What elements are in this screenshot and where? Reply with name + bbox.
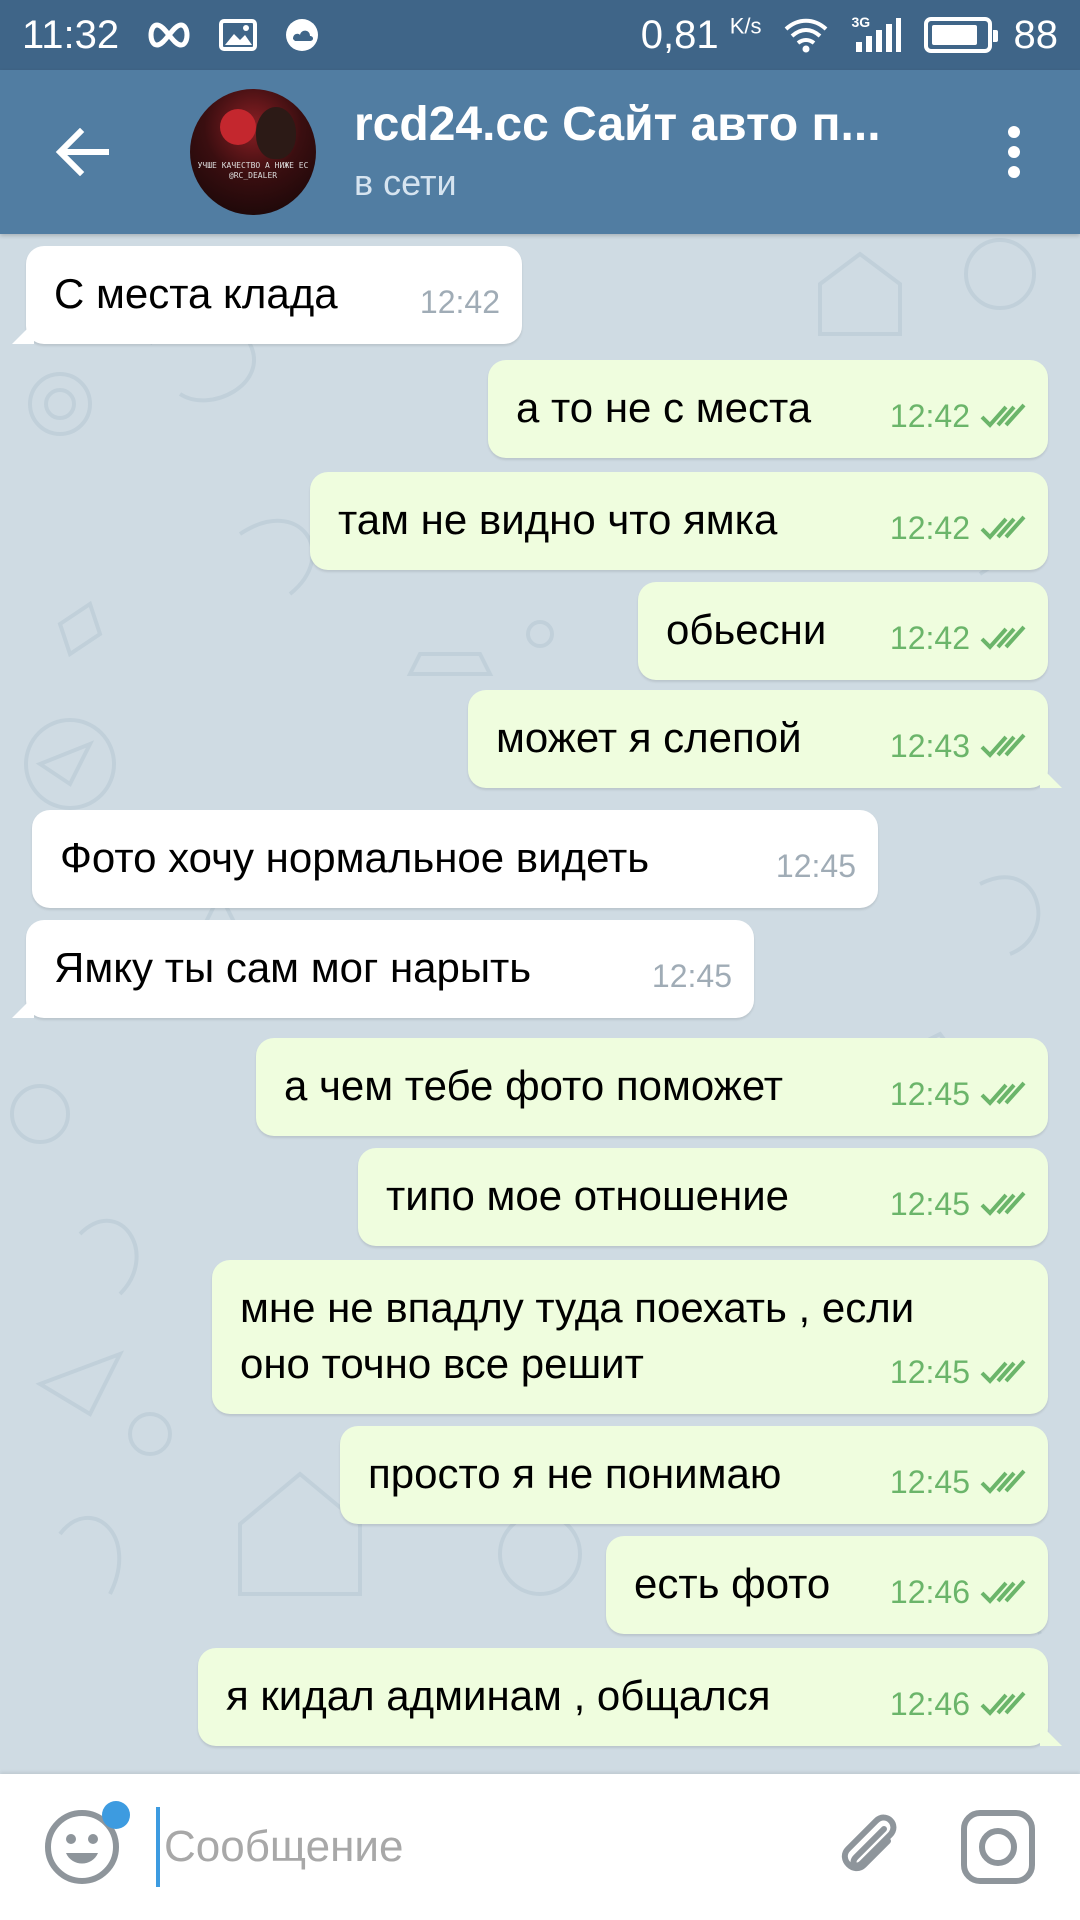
double-check-icon: [980, 1691, 1026, 1716]
more-vertical-icon: [1008, 126, 1020, 178]
message-time: 12:45: [889, 1464, 970, 1500]
message-time: 12:45: [775, 848, 856, 884]
double-check-icon: [980, 1081, 1026, 1106]
message-meta: 12:45: [652, 948, 732, 1004]
message-time: 12:42: [419, 284, 500, 320]
network-type: 3G: [851, 14, 871, 30]
double-check-icon: [980, 1579, 1026, 1604]
wifi-icon: [784, 17, 828, 53]
message-time: 12:42: [889, 398, 970, 434]
outgoing-message[interactable]: просто я не понимаю 12:45: [340, 1426, 1048, 1524]
message-text: а чем тебе фото поможет: [284, 1062, 784, 1109]
outgoing-message[interactable]: обьесни 12:42: [638, 582, 1048, 680]
message-text: а то не с места: [516, 384, 812, 431]
avatar-red-circle: [220, 109, 256, 145]
message-meta: 12:42: [420, 274, 500, 330]
battery-level-fill: [931, 25, 978, 45]
double-check-icon: [980, 1191, 1026, 1216]
message-meta: 12:42: [890, 610, 1026, 666]
message-time: 12:43: [889, 728, 970, 764]
avatar-text-line: УЧШЕ КАЧЕСТВО А НИЖЕ ЕС: [197, 161, 309, 170]
chat-status: в сети: [354, 162, 457, 203]
camera-button[interactable]: [958, 1807, 1038, 1887]
message-time: 12:45: [889, 1186, 970, 1222]
message-meta: 12:45: [890, 1176, 1026, 1232]
outgoing-message[interactable]: типо мое отношение 12:45: [358, 1148, 1048, 1246]
incoming-message[interactable]: С места клада 12:42: [12, 246, 522, 344]
message-text: есть фото: [634, 1560, 831, 1607]
infinity-icon: [145, 20, 193, 50]
chat-header: УЧШЕ КАЧЕСТВО А НИЖЕ ЕС @RC_DEALER rcd24…: [0, 70, 1080, 234]
avatar-text-line: @RC_DEALER: [228, 171, 278, 180]
outgoing-message[interactable]: я кидал админам , общался 12:46: [198, 1648, 1062, 1746]
message-text: С места клада: [54, 270, 338, 317]
avatar-face: [256, 107, 296, 159]
chat-info[interactable]: rcd24.cc Сайт авто п... в сети: [354, 96, 954, 208]
double-check-icon: [980, 625, 1026, 650]
camera-icon: [961, 1810, 1035, 1884]
image-icon: [219, 18, 258, 52]
message-time: 12:42: [889, 510, 970, 546]
message-text: я кидал админам , общался: [226, 1672, 771, 1719]
message-text: Ямку ты сам мог нарыть: [54, 944, 532, 991]
attach-button[interactable]: [828, 1807, 908, 1887]
signal-icon: 3G: [850, 14, 902, 54]
chat-title: rcd24.cc Сайт авто п...: [354, 98, 881, 151]
message-text: типо мое отношение: [386, 1172, 790, 1219]
chat-area[interactable]: С места клада 12:42 а то не с места 12:42 та…: [0, 234, 1080, 1774]
back-button[interactable]: [22, 92, 142, 212]
message-meta: 12:42: [890, 388, 1026, 444]
battery-percent: 88: [1013, 12, 1059, 57]
message-meta: 12:42: [890, 500, 1026, 556]
message-text: Фото хочу нормальное видеть: [60, 834, 650, 881]
battery-icon: [923, 17, 998, 53]
message-meta: 12:45: [890, 1454, 1026, 1510]
incoming-message[interactable]: Ямку ты сам мог нарыть 12:45: [12, 920, 754, 1018]
message-meta: 12:43: [890, 718, 1026, 774]
message-meta: 12:45: [890, 1066, 1026, 1122]
message-text: может я слепой: [496, 714, 802, 761]
message-meta: 12:45: [890, 1344, 1026, 1400]
message-text: просто я не понимаю: [368, 1450, 782, 1497]
outgoing-message[interactable]: там не видно что ямка 12:42: [310, 472, 1048, 570]
message-time: 12:45: [651, 958, 732, 994]
paperclip-icon: [841, 1814, 897, 1872]
message-text: обьесни: [666, 606, 827, 653]
double-check-icon: [980, 515, 1026, 540]
message-input-bar: [0, 1774, 1080, 1920]
outgoing-message[interactable]: а то не с места 12:42: [488, 360, 1048, 458]
outgoing-message[interactable]: мне не впадлу туда поехать , если оно то…: [212, 1260, 1048, 1414]
message-meta: 12:45: [776, 838, 856, 894]
message-meta: 12:46: [890, 1564, 1026, 1620]
network-speed: 0,81 K/s: [640, 12, 762, 57]
message-time: 12:46: [889, 1574, 970, 1610]
message-text: мне не впадлу туда поехать , если оно то…: [240, 1284, 915, 1387]
double-check-icon: [980, 1469, 1026, 1494]
status-time: 11:32: [22, 12, 120, 57]
double-check-icon: [980, 1359, 1026, 1384]
notification-dot: [102, 1801, 130, 1829]
message-input[interactable]: [156, 1807, 796, 1887]
cloud-icon: [283, 17, 321, 53]
outgoing-message[interactable]: может я слепой 12:43: [468, 690, 1062, 788]
more-menu-button[interactable]: [984, 102, 1044, 202]
double-check-icon: [980, 733, 1026, 758]
incoming-message[interactable]: Фото хочу нормальное видеть 12:45: [32, 810, 878, 908]
message-meta: 12:46: [890, 1676, 1026, 1732]
message-time: 12:46: [889, 1686, 970, 1722]
status-bar: 11:32 0,81 K/s 3G 88: [0, 0, 1080, 70]
message-text: там не видно что ямка: [338, 496, 778, 543]
chat-avatar[interactable]: УЧШЕ КАЧЕСТВО А НИЖЕ ЕС @RC_DEALER: [190, 89, 316, 215]
arrow-left-icon: [55, 128, 109, 176]
message-time: 12:45: [889, 1354, 970, 1390]
message-time: 12:42: [889, 620, 970, 656]
message-time: 12:45: [889, 1076, 970, 1112]
double-check-icon: [980, 403, 1026, 428]
emoji-button[interactable]: [42, 1801, 130, 1887]
outgoing-message[interactable]: есть фото 12:46: [606, 1536, 1048, 1634]
outgoing-message[interactable]: а чем тебе фото поможет 12:45: [256, 1038, 1048, 1136]
